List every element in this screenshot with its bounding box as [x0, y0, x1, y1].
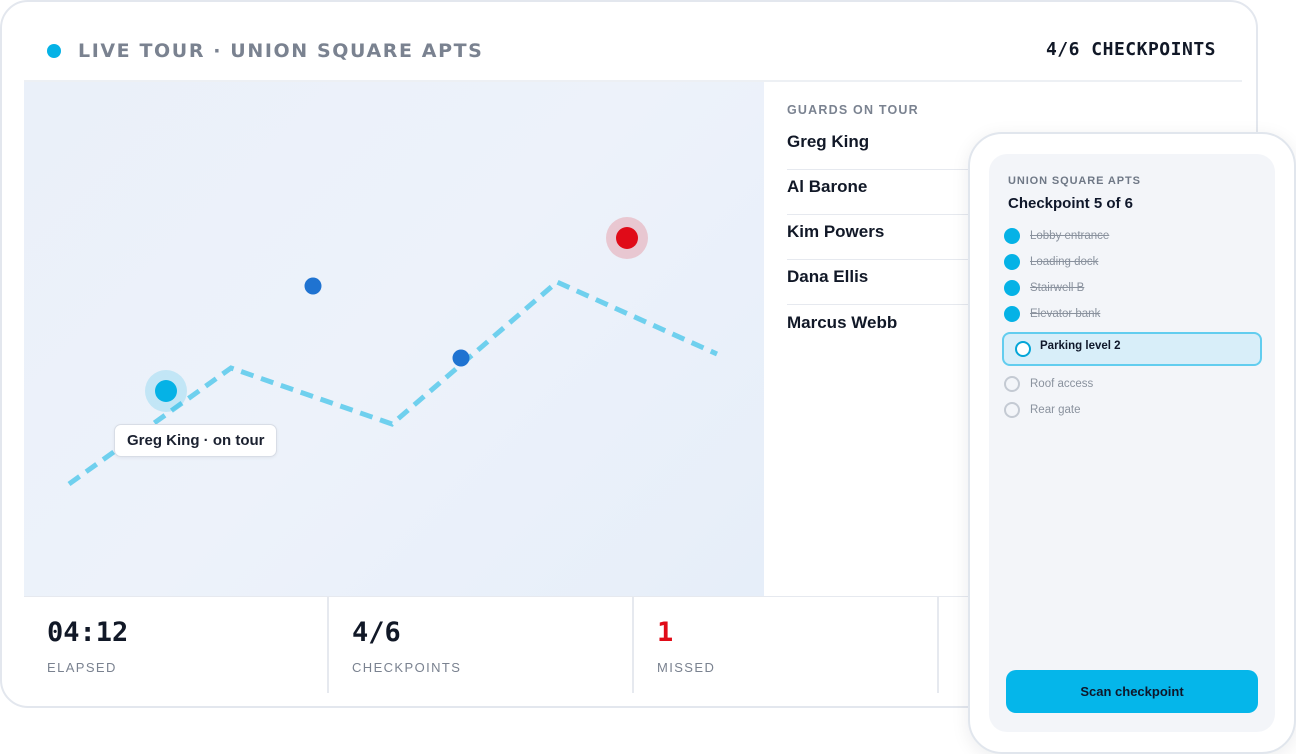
stat-label: CHECKPOINTS [352, 660, 462, 675]
checkpoint-label: Lobby entrance [1030, 230, 1110, 242]
guards-heading: GUARDS ON TOUR [787, 103, 919, 117]
stat-checkpoints: 4/6 CHECKPOINTS [327, 597, 632, 693]
checkpoint-label: Rear gate [1030, 404, 1081, 416]
stat-elapsed: 04:12 ELAPSED [24, 597, 329, 693]
mobile-checkpoint-title: Checkpoint 5 of 6 [1008, 195, 1134, 212]
guard-marker-active[interactable] [145, 370, 187, 412]
mobile-site-name: UNION SQUARE APTS [1008, 175, 1141, 187]
scan-checkpoint-button[interactable]: Scan checkpoint [1006, 670, 1258, 713]
checkpoint-label: Parking level 2 [1040, 340, 1121, 352]
alert-marker[interactable] [606, 217, 648, 259]
checkpoint-label: Roof access [1030, 378, 1094, 390]
map-canvas [67, 217, 719, 487]
checkpoint-list: Lobby entrance Loading dock Stairwell B … [1002, 223, 1262, 423]
checkpoint-item[interactable]: Elevator bank [1004, 301, 1260, 327]
guard-name: Kim Powers [787, 222, 885, 241]
checkpoint-label: Loading dock [1030, 256, 1099, 268]
checkpoint-label: Stairwell B [1030, 282, 1085, 294]
checkpoint-done-icon [1004, 228, 1020, 244]
guard-name: Marcus Webb [787, 312, 898, 332]
checkpoint-current-icon [1015, 341, 1031, 357]
guard-name: Al Barone [787, 177, 868, 196]
checkpoint-label: Elevator bank [1030, 308, 1101, 320]
live-status-dot [47, 44, 61, 58]
checkpoint-item[interactable]: Stairwell B [1004, 275, 1260, 301]
stat-label: ELAPSED [47, 660, 117, 675]
guard-marker[interactable] [452, 349, 470, 367]
mobile-screen: UNION SQUARE APTS Checkpoint 5 of 6 Lobb… [989, 154, 1275, 732]
guard-name: Dana Ellis [787, 267, 869, 286]
checkpoint-pending-icon [1004, 376, 1020, 392]
stat-value: 1 [657, 617, 674, 648]
guard-tooltip: Greg King · on tour [114, 424, 278, 457]
stat-label: MISSED [657, 660, 716, 675]
tour-map[interactable] [24, 82, 764, 596]
card-header: LIVE TOUR · UNION SQUARE APTS 4/6 CHECKP… [2, 2, 1256, 82]
checkpoint-item[interactable]: Loading dock [1004, 249, 1260, 275]
checkpoint-item-current[interactable]: Parking level 2 [1002, 332, 1262, 366]
checkpoint-item[interactable]: Roof access [1004, 371, 1260, 397]
checkpoint-pending-icon [1004, 402, 1020, 418]
mobile-device: UNION SQUARE APTS Checkpoint 5 of 6 Lobb… [968, 132, 1296, 754]
guard-marker[interactable] [304, 277, 322, 295]
checkpoint-done-icon [1004, 280, 1020, 296]
checkpoint-item[interactable]: Rear gate [1004, 397, 1260, 423]
guard-name: Greg King [787, 132, 870, 151]
checkpoint-count: 4/6 CHECKPOINTS [1045, 39, 1216, 60]
checkpoint-done-icon [1004, 306, 1020, 322]
checkpoint-done-icon [1004, 254, 1020, 270]
checkpoint-item[interactable]: Lobby entrance [1004, 223, 1260, 249]
stat-value: 4/6 [352, 617, 401, 648]
stat-missed: 1 MISSED [632, 597, 937, 693]
page-title: LIVE TOUR · UNION SQUARE APTS [78, 40, 484, 62]
stat-value: 04:12 [47, 617, 129, 648]
